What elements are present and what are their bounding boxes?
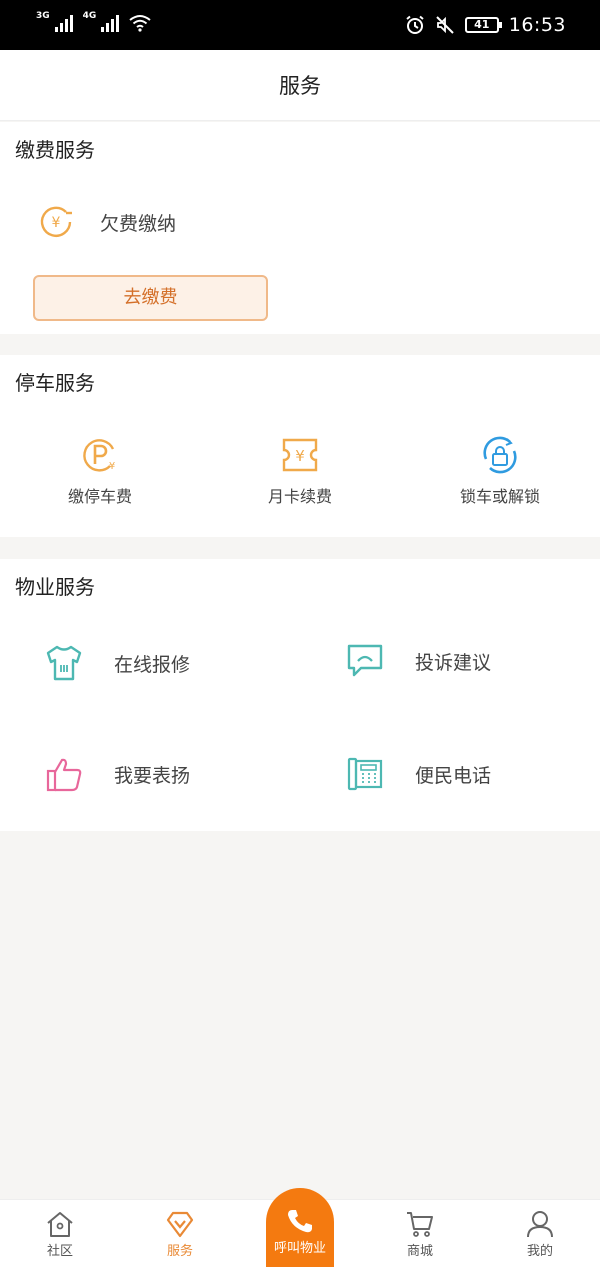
parking-fee-item[interactable]: ¥ 缴停车费: [0, 435, 200, 507]
wifi-icon: [129, 15, 151, 32]
status-right: 41 16:53: [405, 14, 566, 36]
lock-car-icon: [483, 436, 517, 474]
property-title: 物业服务: [15, 575, 95, 599]
arrears-label: 欠费缴纳: [100, 212, 177, 235]
payment-title: 缴费服务: [15, 138, 95, 162]
hotline-label: 便民电话: [415, 764, 492, 787]
complaint-item[interactable]: 投诉建议: [347, 643, 491, 679]
battery-icon: 41: [464, 17, 502, 33]
tab-mall[interactable]: 商城: [380, 1210, 460, 1259]
monthly-card-icon: ¥: [282, 438, 318, 472]
alarm-icon: [406, 15, 424, 34]
header: 服务: [0, 50, 600, 121]
diamond-icon: [166, 1211, 194, 1238]
status-bar: 3G 4G 41 16:53: [0, 0, 600, 50]
tab-mall-label: 商城: [406, 1244, 433, 1259]
lock-car-item[interactable]: 锁车或解锁: [400, 435, 600, 507]
pay-button[interactable]: 去缴费: [33, 275, 268, 321]
signal-icon: [54, 12, 73, 32]
phone-icon: [288, 1210, 312, 1233]
monthly-card-item[interactable]: ¥ 月卡续费: [200, 435, 400, 507]
clock: 16:53: [508, 14, 566, 36]
tab-mine-label: 我的: [526, 1244, 553, 1259]
parking-fee-label: 缴停车费: [67, 487, 132, 506]
user-icon: [527, 1211, 553, 1238]
arrears-row[interactable]: ¥ 欠费缴纳: [38, 204, 176, 240]
network-type-1: 3G: [36, 11, 50, 21]
tab-community-label: 社区: [46, 1244, 73, 1259]
parking-fee-icon: ¥: [83, 439, 115, 472]
repair-item[interactable]: 在线报修: [46, 643, 190, 683]
cart-icon: [407, 1212, 433, 1237]
parking-section: 停车服务 ¥ 缴停车费 ¥ 月卡续费 锁车或解锁: [0, 355, 600, 537]
svg-text:¥: ¥: [52, 215, 61, 231]
tab-service-label: 服务: [166, 1244, 193, 1259]
praise-label: 我要表扬: [114, 764, 191, 787]
repair-label: 在线报修: [114, 653, 191, 676]
mute-icon: [436, 16, 454, 34]
tab-community[interactable]: 社区: [20, 1210, 100, 1259]
svg-text:¥: ¥: [295, 447, 305, 465]
hotline-item[interactable]: 便民电话: [347, 756, 491, 792]
house-icon: [47, 1212, 73, 1237]
call-property-label: 呼叫物业: [273, 1241, 326, 1256]
status-left: 3G 4G: [36, 12, 151, 32]
tab-service[interactable]: 服务: [140, 1210, 220, 1259]
payment-section: 缴费服务 ¥ 欠费缴纳 去缴费: [0, 122, 600, 334]
svg-text:¥: ¥: [109, 461, 115, 472]
telephone-icon: [347, 757, 383, 791]
parking-title: 停车服务: [15, 371, 95, 395]
thumbs-up-icon: [46, 758, 82, 792]
call-property-button[interactable]: 呼叫物业: [266, 1188, 334, 1267]
praise-item[interactable]: 我要表扬: [46, 756, 190, 792]
lock-car-label: 锁车或解锁: [459, 487, 540, 506]
chat-bubble-icon: [347, 644, 383, 677]
repair-shirt-icon: [46, 645, 82, 681]
tab-mine[interactable]: 我的: [500, 1210, 580, 1259]
property-section: 物业服务 在线报修 投诉建议 我要表扬 便民电话: [0, 559, 600, 831]
network-type-2: 4G: [82, 11, 97, 21]
complaint-label: 投诉建议: [415, 651, 492, 674]
yuan-coin-icon: ¥: [40, 206, 72, 237]
page-title: 服务: [279, 74, 321, 98]
monthly-card-label: 月卡续费: [267, 487, 332, 506]
signal-icon-2: [101, 12, 120, 32]
